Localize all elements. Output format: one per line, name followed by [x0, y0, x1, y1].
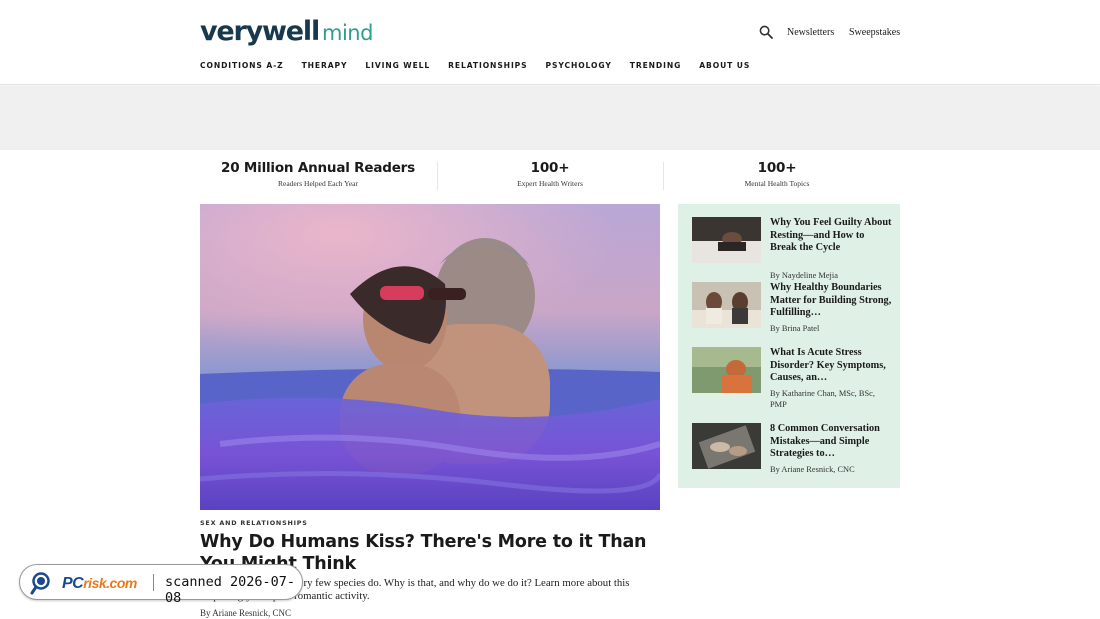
- pcrisk-brand: PCrisk.com: [62, 575, 137, 593]
- search-icon[interactable]: [759, 25, 773, 39]
- article-byline[interactable]: By Ariane Resnick, CNC: [200, 608, 291, 618]
- sidebar-list: Why You Feel Guilty About Resting—and Ho…: [678, 204, 900, 488]
- card-title[interactable]: What Is Acute Stress Disorder? Key Sympt…: [770, 347, 892, 385]
- stat-writers-label: Expert Health Writers: [517, 179, 583, 188]
- magnifier-logo-icon: [30, 572, 50, 595]
- card-byline: By Brina Patel: [770, 324, 820, 333]
- nav-about-us[interactable]: ABOUT US: [699, 61, 750, 70]
- nav-therapy[interactable]: THERAPY: [302, 61, 348, 70]
- stat-readers: 20 Million Annual Readers Readers Helped…: [200, 160, 436, 188]
- card-thumbnail[interactable]: [692, 423, 761, 469]
- sidebar-card[interactable]: Why Healthy Boundaries Matter for Buildi…: [692, 282, 892, 344]
- card-byline: By Katharine Chan, MSc, BSc, PMP: [770, 389, 875, 409]
- ad-banner-area: [0, 86, 1100, 150]
- sidebar-card[interactable]: What Is Acute Stress Disorder? Key Sympt…: [692, 347, 892, 409]
- stat-writers-value: 100+: [530, 160, 570, 176]
- stat-topics-value: 100+: [757, 160, 797, 176]
- logo-mind: mind: [322, 21, 373, 45]
- brand-risk: risk.com: [83, 575, 137, 591]
- card-thumbnail[interactable]: [692, 347, 761, 393]
- card-title[interactable]: Why You Feel Guilty About Resting—and Ho…: [770, 217, 892, 255]
- card-byline: By Naydeline Mejia: [770, 271, 838, 280]
- card-thumbnail[interactable]: [692, 217, 761, 263]
- brand-pc: PC: [62, 575, 84, 592]
- stats-bar: 20 Million Annual Readers Readers Helped…: [200, 160, 900, 194]
- card-thumbnail[interactable]: [692, 282, 761, 328]
- stat-readers-label: Readers Helped Each Year: [278, 179, 358, 188]
- sidebar-card[interactable]: 8 Common Conversation Mistakes—and Simpl…: [692, 423, 892, 485]
- nav-trending[interactable]: TRENDING: [630, 61, 682, 70]
- site-header: verywell mind Newsletters Sweepstakes CO…: [0, 0, 1100, 85]
- watermark-divider: [153, 574, 154, 591]
- site-logo[interactable]: verywell mind: [200, 16, 373, 47]
- main-nav: CONDITIONS A-Z THERAPY LIVING WELL RELAT…: [200, 61, 768, 70]
- newsletters-link[interactable]: Newsletters: [787, 27, 834, 38]
- sweepstakes-link[interactable]: Sweepstakes: [849, 27, 900, 38]
- stat-topics-label: Mental Health Topics: [744, 179, 810, 188]
- nav-living-well[interactable]: LIVING WELL: [365, 61, 430, 70]
- pcrisk-watermark: PCrisk.com scanned 2026-07-08: [19, 564, 303, 606]
- card-byline: By Ariane Resnick, CNC: [770, 465, 855, 474]
- nav-conditions[interactable]: CONDITIONS A-Z: [200, 61, 284, 70]
- sidebar-card[interactable]: Why You Feel Guilty About Resting—and Ho…: [692, 217, 892, 280]
- nav-relationships[interactable]: RELATIONSHIPS: [448, 61, 527, 70]
- card-title[interactable]: 8 Common Conversation Mistakes—and Simpl…: [770, 423, 892, 461]
- logo-verywell: verywell: [200, 16, 320, 47]
- stat-topics: 100+ Mental Health Topics: [663, 160, 891, 188]
- nav-psychology[interactable]: PSYCHOLOGY: [546, 61, 612, 70]
- stat-writers: 100+ Expert Health Writers: [437, 160, 663, 188]
- featured-image[interactable]: [200, 204, 660, 510]
- scanned-date: scanned 2026-07-08: [165, 574, 296, 606]
- card-title[interactable]: Why Healthy Boundaries Matter for Buildi…: [770, 282, 892, 320]
- article-kicker[interactable]: SEX AND RELATIONSHIPS: [200, 519, 308, 527]
- stat-readers-value: 20 Million Annual Readers: [221, 160, 415, 176]
